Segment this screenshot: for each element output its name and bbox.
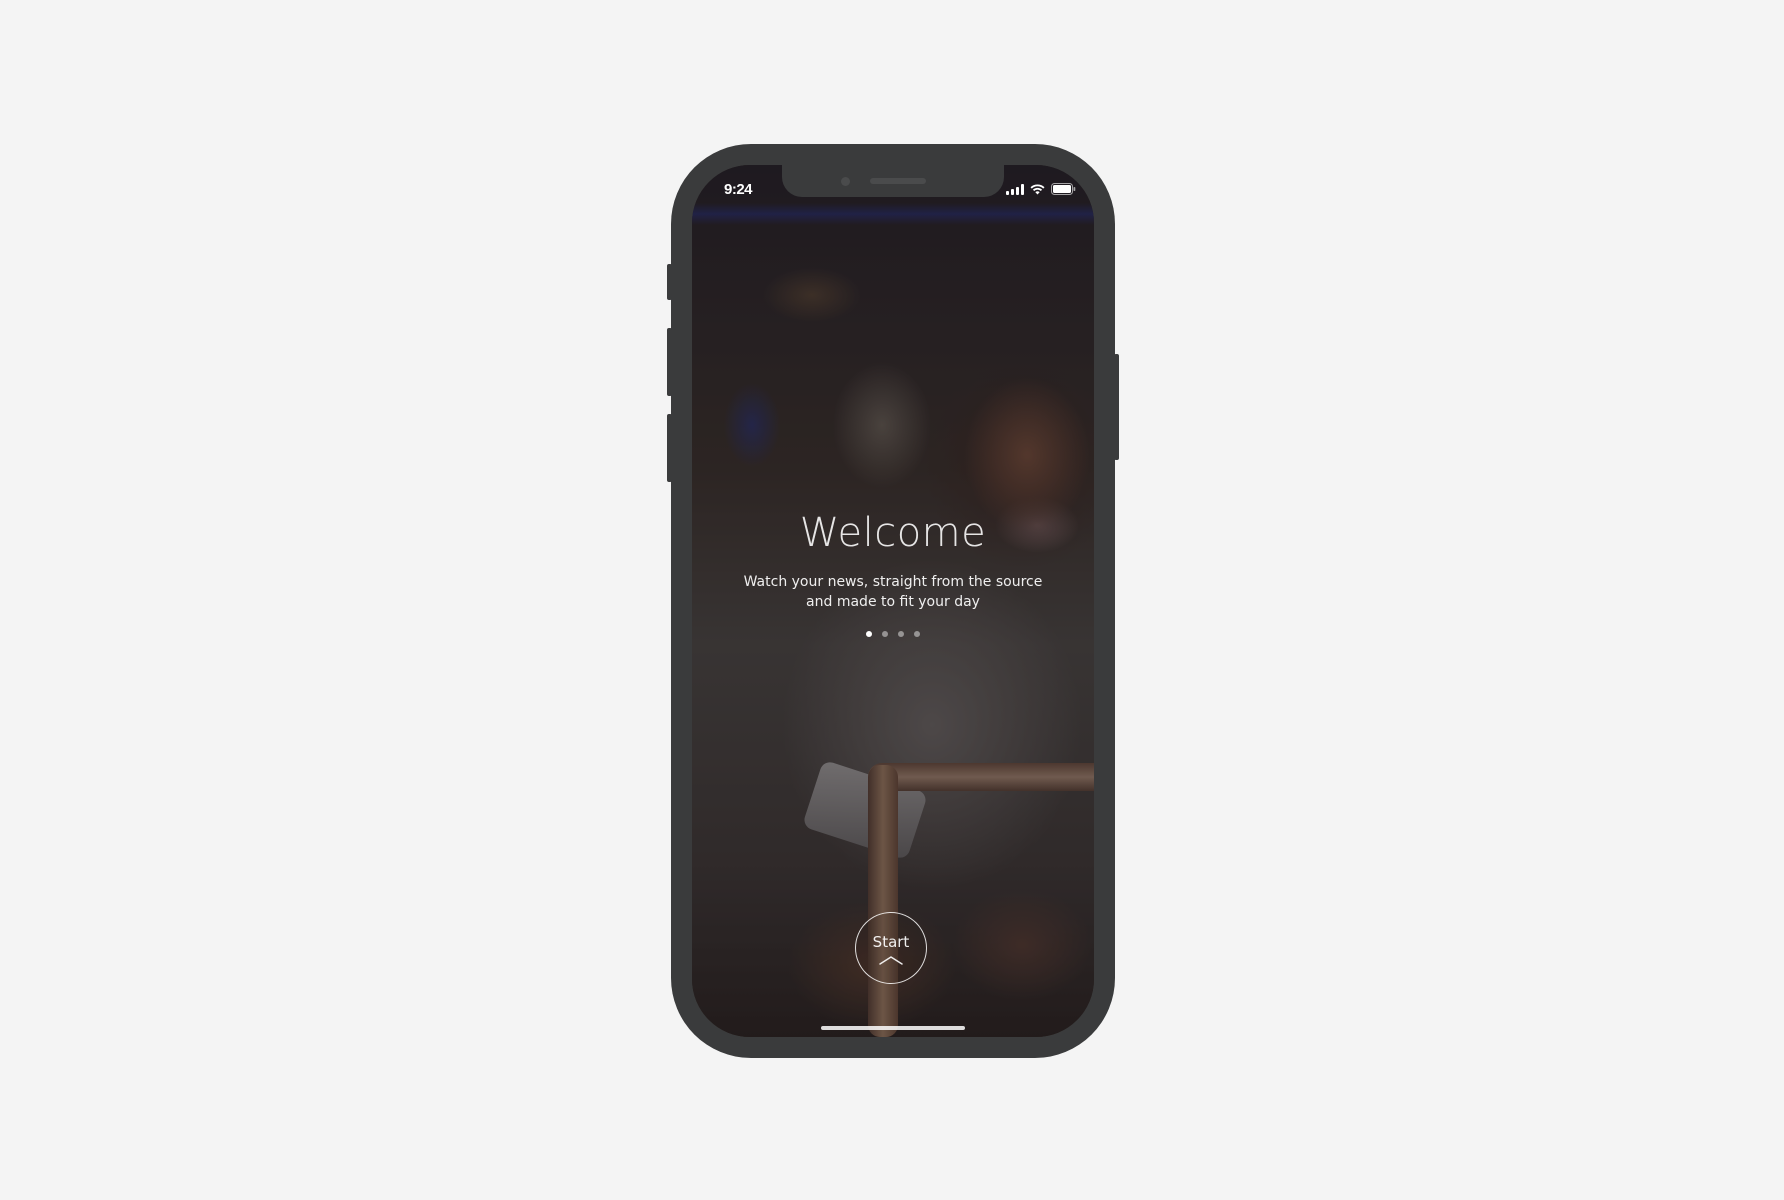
welcome-subtitle: Watch your news, straight from the sourc… xyxy=(722,572,1064,612)
front-camera xyxy=(841,177,850,186)
start-button-label: Start xyxy=(872,933,910,951)
signal-icon xyxy=(1006,183,1024,195)
page-indicator-dot-2[interactable] xyxy=(882,631,888,637)
welcome-title: Welcome xyxy=(799,510,987,556)
volume-up-button xyxy=(667,328,672,396)
earpiece-speaker xyxy=(870,178,926,184)
page: 9:24 Welcome Watch your news, straight f… xyxy=(0,0,1784,1200)
home-indicator[interactable] xyxy=(821,1026,965,1030)
page-indicator-dot-4[interactable] xyxy=(914,631,920,637)
welcome-subtitle-line-2: and made to fit your day xyxy=(806,594,980,610)
page-indicator xyxy=(692,631,1094,637)
battery-icon xyxy=(1051,183,1076,195)
silent-switch xyxy=(667,264,672,300)
wifi-icon xyxy=(1030,183,1045,195)
welcome-subtitle-line-1: Watch your news, straight from the sourc… xyxy=(743,574,1043,590)
page-indicator-dot-3[interactable] xyxy=(898,631,904,637)
volume-down-button xyxy=(667,414,672,482)
power-button xyxy=(1114,354,1119,460)
notch xyxy=(782,165,1004,197)
start-button[interactable]: Start xyxy=(855,912,927,984)
page-indicator-dot-1[interactable] xyxy=(866,631,872,637)
phone-device-frame: 9:24 Welcome Watch your news, straight f… xyxy=(667,144,1119,1058)
status-time: 9:24 xyxy=(724,181,753,198)
chevron-up-icon xyxy=(879,956,903,965)
phone-screen: 9:24 Welcome Watch your news, straight f… xyxy=(692,165,1094,1037)
status-icons xyxy=(1006,183,1076,195)
